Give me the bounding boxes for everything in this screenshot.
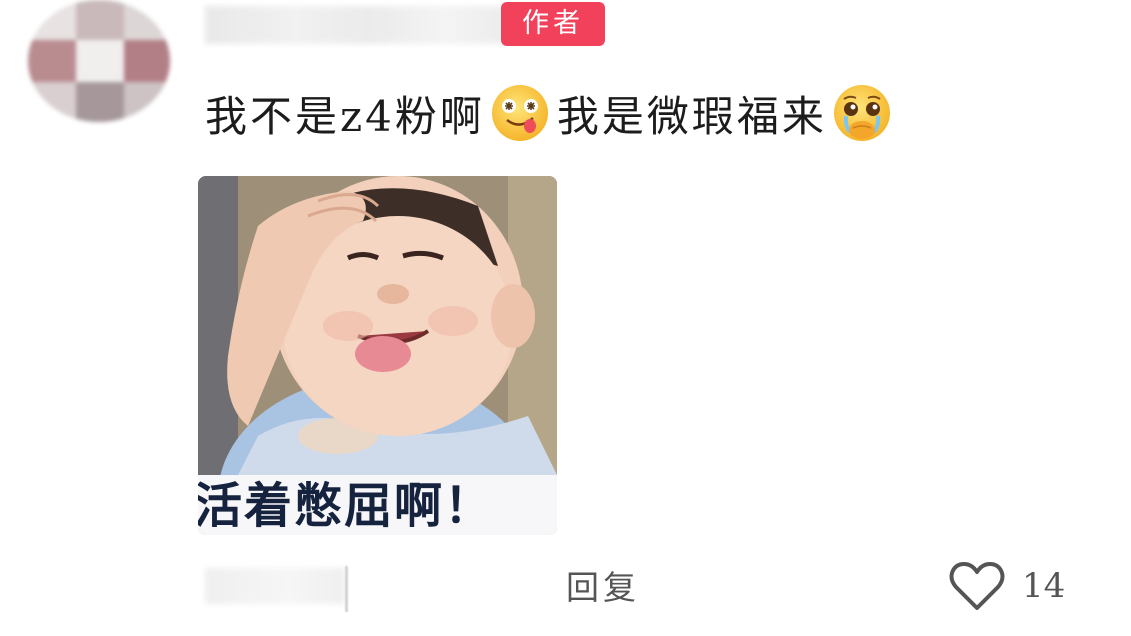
baby-photo	[198, 176, 557, 475]
divider	[345, 566, 348, 612]
attached-image[interactable]: 活着憋屈啊！	[198, 176, 557, 535]
comment-text-part2: 我是微瑕福来	[556, 91, 827, 141]
timestamp	[205, 568, 345, 604]
author-badge: 作者	[501, 2, 605, 46]
tongue-out-face-icon	[489, 82, 551, 144]
username[interactable]	[205, 6, 505, 44]
avatar[interactable]	[28, 0, 170, 122]
teary-pleading-face-icon	[831, 82, 893, 144]
heart-icon[interactable]	[948, 560, 1006, 612]
like-count: 14	[1022, 566, 1066, 606]
comment-text-part1: 我不是z4粉啊	[205, 91, 485, 141]
comment-item: 作者 我不是z4粉啊 我是微瑕福来 活着憋屈啊！ 回复 14	[0, 0, 1131, 636]
reply-button[interactable]: 回复	[566, 566, 640, 610]
like-button[interactable]: 14	[948, 560, 1065, 612]
comment-text: 我不是z4粉啊 我是微瑕福来	[205, 80, 899, 146]
image-caption: 活着憋屈啊！	[198, 475, 557, 535]
